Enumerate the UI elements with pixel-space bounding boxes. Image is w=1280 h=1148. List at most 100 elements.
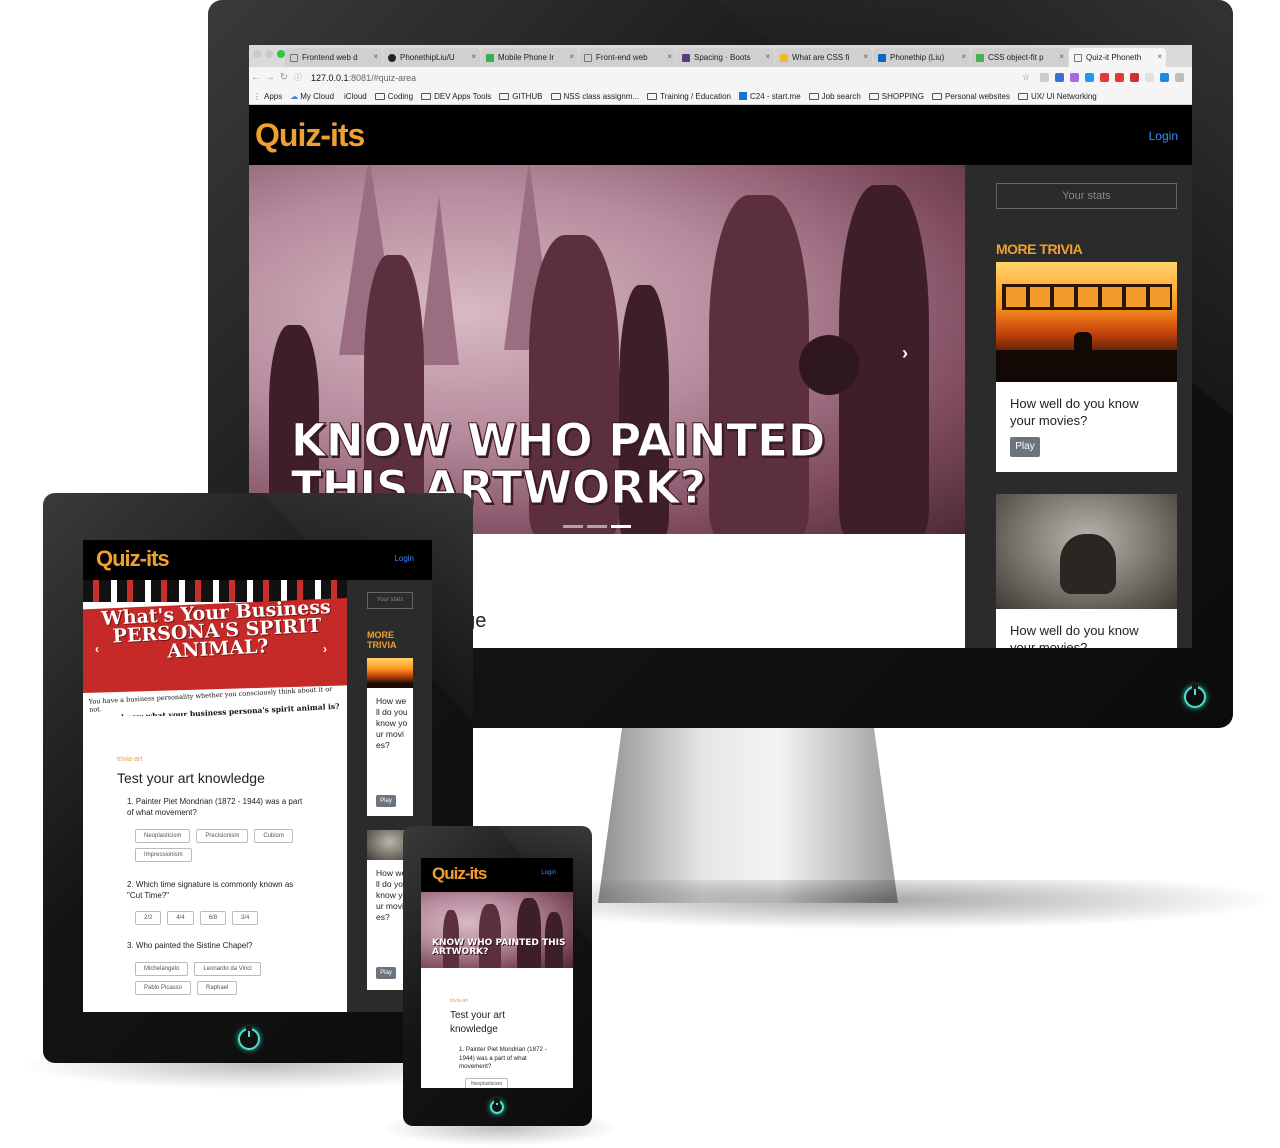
carousel-indicator[interactable] <box>587 525 607 528</box>
bookmark-label: NSS class assignm... <box>563 91 640 101</box>
answer-option[interactable]: Pablo Picasso <box>135 981 192 995</box>
answer-option[interactable]: 4/4 <box>167 911 194 925</box>
browser-tab[interactable]: What are CSS fi × <box>775 48 872 67</box>
close-tab-icon[interactable]: × <box>961 52 966 61</box>
bookmark-shopping[interactable]: SHOPPING <box>868 92 924 101</box>
site-logo[interactable]: Quiz-its <box>432 864 487 884</box>
close-tab-icon[interactable]: × <box>373 52 378 61</box>
site-logo[interactable]: Quiz-its <box>255 117 365 154</box>
quiz-category: trivia-art <box>117 756 143 763</box>
extension-icon[interactable] <box>1085 73 1094 82</box>
close-tab-icon[interactable]: × <box>569 52 574 61</box>
back-icon[interactable]: ← <box>249 72 263 83</box>
bookmark-label: UX/ UI Networking <box>1030 91 1097 101</box>
bookmark-my-cloud[interactable]: ☁ My Cloud <box>290 92 334 101</box>
extension-icon[interactable] <box>1130 73 1139 82</box>
maximize-window-icon[interactable] <box>277 50 285 58</box>
answer-option[interactable]: Cubism <box>254 829 293 843</box>
carousel-prev-icon[interactable]: ‹ <box>95 642 99 656</box>
bookmark-ux[interactable]: UX/ UI Networking <box>1017 91 1097 101</box>
answer-option[interactable]: Precisionism <box>196 829 249 843</box>
browser-tab[interactable]: Mobile Phone Ir × <box>481 48 578 67</box>
forward-icon[interactable]: → <box>263 72 277 83</box>
tablet-screen: Quiz-its Login What's Your Business PERS… <box>83 540 432 1012</box>
answer-option[interactable]: Raphael <box>197 981 238 995</box>
extension-icon[interactable] <box>1175 73 1184 82</box>
login-link[interactable]: Login <box>541 870 556 876</box>
bookmark-apps[interactable]: ⋮ Apps <box>253 92 282 101</box>
bookmark-dev-apps[interactable]: DEV Apps Tools <box>421 92 491 101</box>
bookmark-star-icon[interactable]: ☆ <box>1022 72 1030 83</box>
your-stats-button[interactable]: Your stats <box>367 592 413 609</box>
page-icon <box>584 53 592 62</box>
question-number: 3. <box>127 941 134 950</box>
folder-icon <box>932 92 943 100</box>
browser-tab-label: Quiz-it Phoneth <box>1086 53 1142 62</box>
browser-tab[interactable]: Front-end web × <box>579 48 676 67</box>
close-window-icon[interactable] <box>253 50 261 58</box>
browser-tab[interactable]: Frontend web d × <box>285 48 382 67</box>
bookmark-c24[interactable]: C24 - start.me <box>738 92 801 101</box>
carousel-next-icon[interactable]: › <box>323 642 327 656</box>
extension-icon[interactable] <box>1160 73 1169 82</box>
answer-option[interactable]: 2/2 <box>135 911 162 925</box>
extension-icon[interactable] <box>1100 73 1109 82</box>
browser-tab[interactable]: CSS object-fit p × <box>971 48 1068 67</box>
answer-option[interactable]: Michelangelo <box>135 962 189 976</box>
answer-option[interactable]: 6/8 <box>199 911 227 925</box>
minimize-window-icon[interactable] <box>265 50 273 58</box>
carousel-indicator[interactable] <box>563 525 583 528</box>
bookmark-icloud[interactable]: iCloud <box>342 92 367 101</box>
extension-icon[interactable] <box>1145 73 1154 82</box>
more-trivia-heading: MORE TRIVIA <box>996 241 1083 257</box>
close-tab-icon[interactable]: × <box>765 52 770 61</box>
address-bar[interactable]: 127.0.0.1:8081/#quiz-area <box>311 73 1022 83</box>
bookmark-nss[interactable]: NSS class assignm... <box>550 91 640 101</box>
site-logo[interactable]: Quiz-its <box>96 546 170 572</box>
bookmark-label: iCloud <box>344 91 367 101</box>
bookmark-job-search[interactable]: Job search <box>808 92 861 101</box>
answer-option[interactable]: Neoplasticism <box>135 829 191 843</box>
folder-icon <box>374 92 385 100</box>
bookmark-personal[interactable]: Personal websites <box>932 92 1010 101</box>
answer-option[interactable]: Leonardo da Vinci <box>194 962 261 976</box>
browser-tab[interactable]: Spacing · Boots × <box>677 48 774 67</box>
extension-icon[interactable] <box>1055 73 1064 82</box>
bookmark-coding[interactable]: Coding <box>374 92 413 101</box>
bookmark-training[interactable]: Training / Education <box>647 92 731 101</box>
close-tab-icon[interactable]: × <box>863 52 868 61</box>
info-icon[interactable]: ⓘ <box>291 72 305 83</box>
close-tab-icon[interactable]: × <box>1059 52 1064 61</box>
answer-option[interactable]: Impressionism <box>135 848 192 862</box>
c24-icon <box>738 92 747 100</box>
close-tab-icon[interactable]: × <box>667 52 672 61</box>
extension-icon[interactable] <box>1040 73 1049 82</box>
extension-icon[interactable] <box>1115 73 1124 82</box>
login-link[interactable]: Login <box>1149 129 1178 143</box>
browser-tab[interactable]: Phonethip (Liu) × <box>873 48 970 67</box>
play-button[interactable]: Play <box>1010 437 1040 457</box>
login-link[interactable]: Login <box>394 554 414 563</box>
extension-icon[interactable] <box>1070 73 1079 82</box>
reload-icon[interactable]: ↻ <box>277 72 291 83</box>
play-button[interactable]: Play <box>376 967 396 979</box>
painting-figure <box>479 904 501 968</box>
browser-tab-label: Phonethip (Liu) <box>890 53 945 62</box>
question-text: Painter Piet Mondrian (1872 - 1944) was … <box>459 1046 547 1071</box>
close-tab-icon[interactable]: × <box>1157 52 1162 61</box>
bookmark-github[interactable]: GITHUB <box>499 92 543 101</box>
answer-option[interactable]: 3/4 <box>232 911 259 925</box>
film-person <box>1074 332 1092 356</box>
answer-option[interactable]: Neoplasticism <box>465 1078 509 1088</box>
browser-tab-active[interactable]: Quiz-it Phoneth × <box>1069 48 1166 67</box>
browser-tab-strip: Frontend web d × PhonethipLiu/U × Mobile P… <box>249 45 1192 67</box>
page-icon <box>1074 53 1082 62</box>
play-button[interactable]: Play <box>376 795 396 807</box>
browser-tab[interactable]: PhonethipLiu/U × <box>383 48 480 67</box>
carousel-indicator-active[interactable] <box>611 525 631 528</box>
phone-power-icon <box>490 1100 504 1114</box>
your-stats-button[interactable]: Your stats <box>996 183 1177 209</box>
close-tab-icon[interactable]: × <box>471 52 476 61</box>
carousel-next-icon[interactable]: › <box>902 343 908 364</box>
question: 2. Which time signature is commonly know… <box>127 879 307 901</box>
